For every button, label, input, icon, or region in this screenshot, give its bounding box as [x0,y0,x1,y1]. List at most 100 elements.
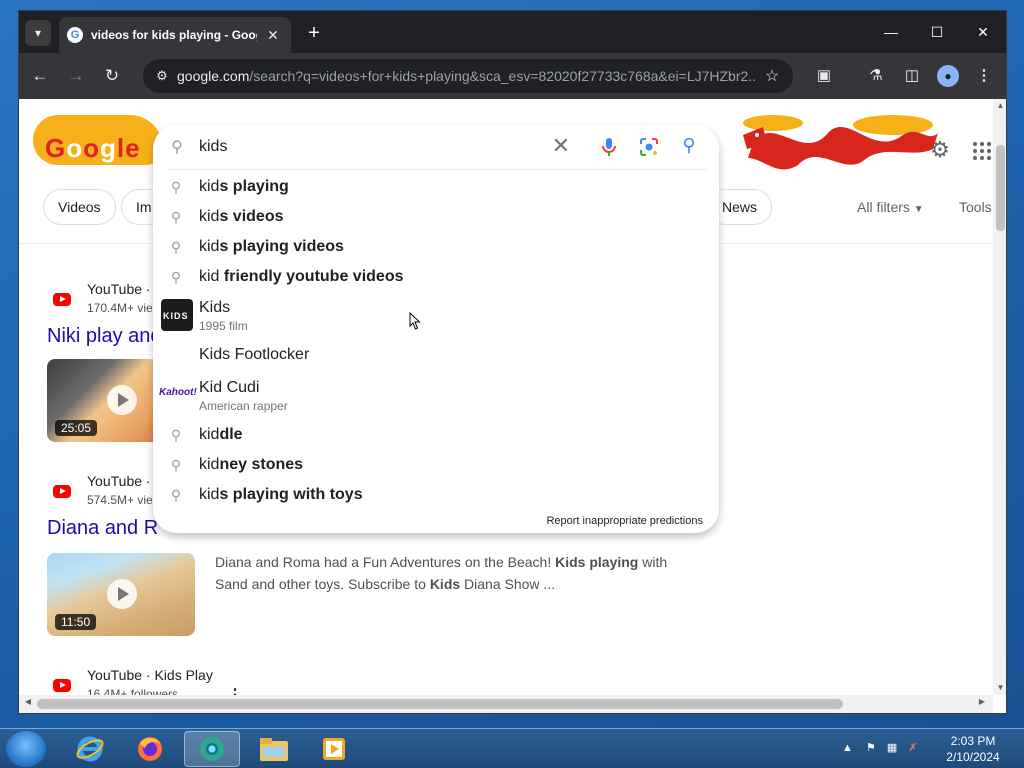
microphone-icon[interactable] [597,135,621,159]
tab-search-dropdown-icon[interactable]: ▾ [25,20,51,46]
google-lens-icon[interactable] [637,135,661,159]
kahoot-logo-icon: Kahoot! [159,387,197,398]
result-title-link[interactable]: Niki play and [47,325,162,348]
suggestion-item[interactable]: ⚲ kidney stones [153,451,719,481]
google-apps-icon[interactable] [971,137,993,163]
filter-chip-videos[interactable]: Videos [43,189,116,225]
doodle-wordmark: Google [45,133,141,163]
suggestion-text: kids playing with toys [199,486,363,504]
url-text[interactable]: google.com/search?q=videos+for+kids+play… [177,68,757,84]
entity-subtitle: American rapper [199,399,288,413]
suggestion-text: kids videos [199,208,283,226]
suggestion-prefix: kid [199,178,220,195]
video-duration: 11:50 [55,614,97,630]
reload-button[interactable]: ↻ [99,63,125,89]
scroll-up-icon[interactable]: ▲ [993,101,1006,110]
action-center-flag-icon[interactable]: ⚑ [866,742,876,754]
side-panel-icon[interactable]: ◫ [899,63,925,89]
windows-taskbar: ▲ ⚑ ▦ ✗ 2:03 PM 2/10/2024 [0,728,1024,768]
tools-button[interactable]: Tools [959,199,992,215]
suggestion-entity-kids[interactable]: KIDS Kids 1995 film [153,297,719,333]
result-snippet: Diana and Roma had a Fun Adventures on t… [215,551,685,595]
address-bar[interactable]: ⚙ google.com/search?q=videos+for+kids+pl… [143,59,793,93]
result-site[interactable]: YouTube · [87,281,151,297]
result-meta: 574.5M+ vie [87,493,153,507]
search-suggestions-dropdown: ⚲ ✕ ⚲ ⚲ kids playing ⚲ [153,125,719,533]
entity-subtitle: 1995 film [199,319,248,333]
report-predictions-link[interactable]: Report inappropriate predictions [546,515,703,527]
suggestion-item[interactable]: ⚲ kiddle [153,421,719,451]
suggestion-item-footlocker[interactable]: Kids Footlocker [153,341,719,371]
forward-button[interactable]: → [63,63,89,89]
suggestion-text: kiddle [199,426,243,444]
browser-toolbar: ← → ↻ ⚙ google.com/search?q=videos+for+k… [19,53,1006,99]
suggestion-text: kids playing [199,178,289,196]
vertical-scrollbar[interactable]: ▲ ▼ [993,99,1006,695]
chrome-app-icon[interactable] [184,731,240,767]
result-site[interactable]: YouTube · [87,473,151,489]
more-options-icon[interactable]: ⋮ [227,685,243,695]
suggestion-completion: s videos [219,208,284,225]
suggestion-prefix: kid [199,208,220,225]
settings-gear-icon[interactable]: ⚙ [927,137,953,163]
internet-explorer-icon[interactable] [62,731,118,767]
scroll-right-icon[interactable]: ▶ [975,697,989,706]
result-site[interactable]: YouTube · Kids Play [87,667,213,683]
video-duration: 25:05 [55,420,98,436]
network-icon[interactable]: ▦ [887,742,897,754]
search-submit-icon[interactable]: ⚲ [677,135,701,159]
horizontal-scroll-thumb[interactable] [37,699,843,709]
horizontal-scrollbar[interactable]: ◀ ▶ [19,695,993,713]
volume-muted-icon[interactable]: ✗ [908,742,917,754]
site-info-icon[interactable]: ⚙ [147,68,177,84]
search-icon: ⚲ [170,487,182,503]
mouse-cursor-icon [409,312,421,330]
suggestion-completion: s playing videos [219,238,344,255]
menu-kebab-icon[interactable]: ⋮ [971,63,997,89]
labs-flask-icon[interactable]: ⚗ [863,63,889,89]
suggestion-item[interactable]: ⚲ kid friendly youtube videos [153,263,719,293]
suggestion-item[interactable]: ⚲ kids videos [153,203,719,233]
title-bar: ▾ G videos for kids playing - Google Sea… [19,11,1006,53]
taskbar-clock[interactable]: 2:03 PM 2/10/2024 [930,733,1016,765]
search-icon: ⚲ [170,239,182,255]
close-window-button[interactable]: ✕ [960,21,1006,43]
suggestion-prefix: kid [199,486,220,503]
firefox-icon[interactable] [122,731,178,767]
result-title-link[interactable]: Diana and R [47,517,158,540]
show-hidden-icons-icon[interactable]: ▲ [842,742,853,754]
suggestion-text: kids playing videos [199,238,344,256]
minimize-button[interactable]: — [868,21,914,43]
suggestion-completion: friendly youtube videos [219,268,404,285]
maximize-button[interactable]: ☐ [914,21,960,43]
suggestion-item[interactable]: ⚲ kids playing [153,173,719,203]
vertical-scroll-thumb[interactable] [996,145,1005,231]
suggestion-item[interactable]: ⚲ kids playing videos [153,233,719,263]
scroll-down-icon[interactable]: ▼ [993,683,1006,692]
tab-close-icon[interactable]: ✕ [263,27,283,44]
search-icon: ⚲ [170,457,182,473]
clear-search-icon[interactable]: ✕ [549,133,573,159]
back-button[interactable]: ← [27,63,53,89]
search-input[interactable] [199,135,539,159]
extensions-icon[interactable]: ▣ [811,63,837,89]
google-doodle-logo[interactable]: Google [33,107,163,173]
video-thumbnail[interactable]: 11:50 [47,553,195,636]
active-tab[interactable]: G videos for kids playing - Google Searc… [59,17,291,53]
media-player-icon[interactable] [306,731,362,767]
start-button[interactable] [6,731,46,767]
suggestion-completion: s playing [219,178,289,195]
url-host: google.com [177,68,250,84]
all-filters-button[interactable]: All filters ▼ [857,199,924,215]
new-tab-button[interactable]: + [301,20,327,46]
suggestion-prefix: kid [199,238,220,255]
profile-avatar-icon[interactable]: ● [937,65,959,87]
file-explorer-icon[interactable] [246,731,302,767]
suggestion-completion: ney stones [219,456,304,473]
scroll-left-icon[interactable]: ◀ [21,697,35,706]
suggestion-entity-kid-cudi[interactable]: Kahoot! Kid Cudi American rapper [153,377,719,413]
bookmark-star-icon[interactable]: ☆ [757,66,787,86]
search-icon: ⚲ [170,179,182,195]
suggestion-item[interactable]: ⚲ kids playing with toys [153,481,719,511]
snippet-bold: Kids playing [555,554,639,570]
